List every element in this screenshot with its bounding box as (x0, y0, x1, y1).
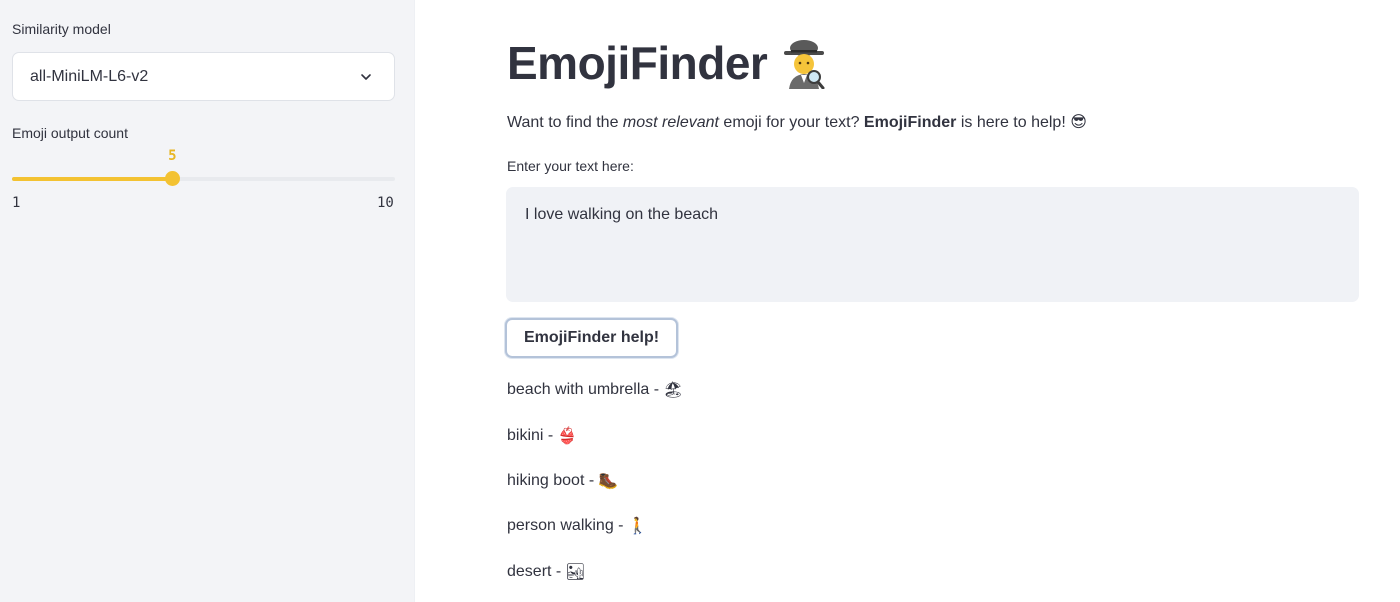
intro-part-1: Want to find the (507, 114, 623, 131)
slider-max-label: 10 (377, 195, 394, 211)
slider-min-label: 1 (12, 195, 21, 211)
emoji-output-count-label: Emoji output count (12, 125, 128, 141)
result-name: beach with umbrella - (507, 381, 660, 398)
result-item: bikini - 👙 (507, 426, 577, 446)
bikini-emoji-icon: 👙 (557, 428, 578, 445)
sidebar: Similarity model all-MiniLM-L6-v2 Emoji … (0, 0, 415, 602)
emoji-count-slider[interactable]: 5 (12, 148, 395, 186)
page-title-text: EmojiFinder (507, 37, 768, 89)
main-content: EmojiFinder Want to find the most releva… (416, 0, 1400, 602)
result-item: person walking - 🚶 (507, 516, 647, 536)
similarity-model-select[interactable]: all-MiniLM-L6-v2 (12, 52, 395, 101)
desert-emoji-icon: 🏜 (565, 564, 586, 581)
similarity-model-label: Similarity model (12, 21, 111, 37)
intro-part-3: emoji for your text? (718, 114, 864, 131)
app-root: Similarity model all-MiniLM-L6-v2 Emoji … (0, 0, 1400, 602)
similarity-model-value: all-MiniLM-L6-v2 (30, 67, 149, 85)
chevron-down-icon (361, 74, 371, 80)
result-name: desert - (507, 563, 562, 580)
detective-icon (784, 40, 825, 89)
intro-text: Want to find the most relevant emoji for… (507, 112, 1087, 132)
slider-fill (12, 177, 173, 181)
beach-umbrella-emoji-icon: 🏖 (663, 382, 684, 399)
intro-brand: EmojiFinder (863, 114, 957, 131)
result-item: beach with umbrella - 🏖 (507, 380, 683, 400)
slider-thumb[interactable] (165, 171, 181, 186)
hiking-boot-emoji-icon: 🥾 (598, 473, 619, 490)
emojifinder-help-button[interactable]: EmojiFinder help! (505, 318, 678, 358)
slider-current-value: 5 (168, 148, 177, 164)
result-name: bikini - (507, 427, 554, 444)
page-title: EmojiFinder (507, 36, 827, 90)
intro-part-5: is here to help! (956, 114, 1071, 131)
person-walking-emoji-icon: 🚶 (627, 518, 648, 535)
intro-emphasis: most relevant (622, 114, 719, 131)
text-input[interactable]: I love walking on the beach (506, 187, 1359, 302)
text-input-label: Enter your text here: (507, 158, 634, 174)
result-name: person walking - (507, 517, 624, 534)
result-item: hiking boot - 🥾 (507, 471, 618, 491)
result-item: desert - 🏜 (507, 562, 586, 582)
sunglasses-emoji-icon: 😎 (1070, 114, 1087, 131)
result-name: hiking boot - (507, 472, 595, 489)
